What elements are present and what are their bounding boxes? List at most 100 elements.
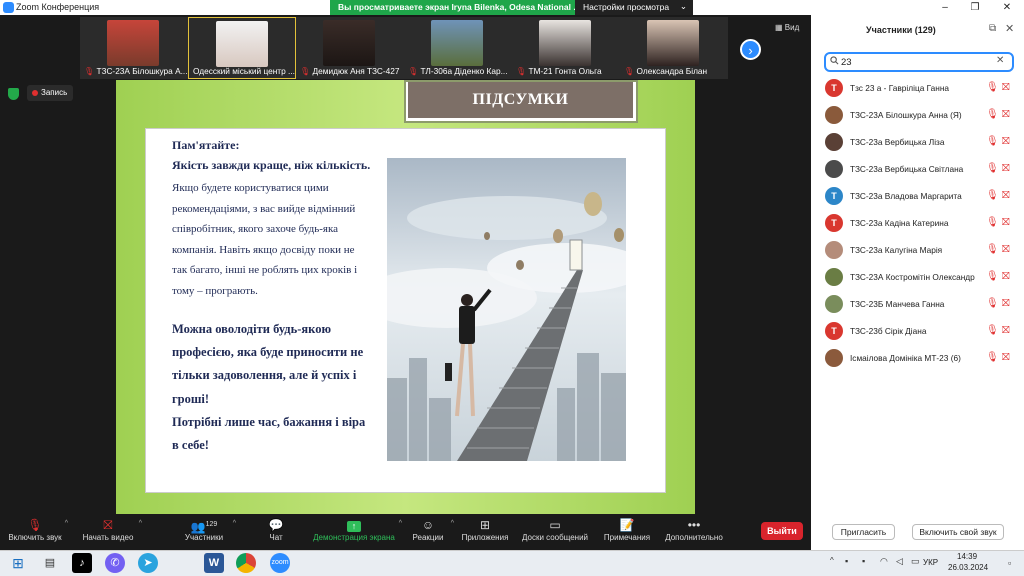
input-language[interactable]: УКР (923, 558, 938, 567)
participant-row[interactable]: Ісмаілова Домініка МТ-23 (6) 🎙 ⛝ (812, 345, 1023, 372)
chat-label: Чат (269, 533, 283, 542)
maximize-button[interactable]: ❐ (960, 0, 990, 15)
participants-button[interactable]: 👥129 Участники ^ (180, 517, 236, 549)
participant-row[interactable]: T Тзс 23 а - Гавріліца Ганна 🎙 ⛝ (812, 75, 1023, 102)
participant-video (107, 20, 159, 66)
thumbnail-name: Одесский міський центр ... (193, 66, 295, 76)
participant-row[interactable]: ТЗС-23Б Манчева Ганна 🎙 ⛝ (812, 291, 1023, 318)
participant-row[interactable]: ТЗС-23а Калугіна Марія 🎙 ⛝ (812, 237, 1023, 264)
mic-muted-icon: 🎙 (986, 271, 999, 282)
video-thumbnail[interactable]: 🎙 ТЛ-306а Діденко Кар... (404, 17, 512, 79)
windows-start-icon[interactable]: ⊞ (8, 553, 28, 573)
zoom-taskbar-icon[interactable]: zoom (270, 553, 290, 573)
word-icon[interactable]: W (204, 553, 224, 573)
video-off-icon: ⛝ (1002, 82, 1010, 93)
video-thumbnail[interactable]: Одесский міський центр ... (188, 17, 296, 79)
unmute-button[interactable]: 🎙 Включить звук ^ (6, 517, 68, 549)
video-off-icon: ⛝ (1002, 163, 1010, 174)
participant-row[interactable]: ТЗС-23А Білошкура Анна (Я) 🎙 ⛝ (812, 102, 1023, 129)
mic-muted-icon: 🎙 (408, 66, 419, 76)
view-settings-dropdown[interactable]: Настройки просмотра ⌄ (575, 0, 693, 15)
search-icon (830, 56, 839, 65)
tray-app-icon[interactable]: ▪ (845, 556, 848, 566)
tiktok-icon[interactable]: ♪ (72, 553, 92, 573)
mic-muted-icon: 🎙 (986, 217, 999, 228)
mic-muted-icon: 🎙 (986, 352, 999, 363)
participant-name: ТЗС-23а Кадіна Катерина (850, 218, 949, 228)
video-thumbnail[interactable]: 🎙 ТЗС-23А Білошкура А... (80, 17, 188, 79)
caret-up-icon[interactable]: ^ (233, 520, 236, 527)
security-shield-icon[interactable] (8, 88, 19, 100)
participant-name: ТЗС-23А Білошкура Анна (Я) (850, 110, 962, 120)
slide-heading: ПІДСУМКИ (408, 82, 633, 118)
participant-search-input[interactable] (841, 55, 991, 69)
participant-video (431, 20, 483, 66)
video-off-icon: ⛝ (1002, 271, 1010, 282)
clear-search-icon[interactable]: ✕ (996, 55, 1004, 66)
viber-icon[interactable]: ✆ (105, 553, 125, 573)
start-video-button[interactable]: ⛝ Начать видео ^ (80, 517, 142, 549)
caret-up-icon[interactable]: ^ (65, 520, 68, 527)
mic-muted-icon: 🎙 (986, 298, 999, 309)
share-screen-button[interactable]: ↑ Демонстрация экрана ^ (310, 517, 402, 549)
clock-date[interactable]: 26.03.2024 (948, 563, 988, 572)
unmute-self-button[interactable]: Включить свой звук (912, 524, 1004, 540)
minimize-button[interactable]: – (930, 0, 960, 15)
more-icon: ••• (687, 518, 701, 532)
mic-muted-icon: 🎙 (516, 66, 527, 76)
mic-muted-icon: 🎙 (84, 66, 95, 76)
mic-muted-icon: 🎙 (986, 109, 999, 120)
wifi-icon[interactable]: ◠ (880, 556, 888, 567)
video-thumbnail[interactable]: 🎙 Олександра Білан (620, 17, 728, 79)
tray-app-icon[interactable]: ▪ (862, 556, 865, 566)
clock-time[interactable]: 14:39 (957, 552, 977, 561)
participants-label: Участники (184, 533, 224, 542)
notes-icon: 📝 (619, 518, 635, 532)
participant-row[interactable]: T ТЗС-23б Сірік Діана 🎙 ⛝ (812, 318, 1023, 345)
participant-name: ТЗС-23Б Манчева Ганна (850, 299, 945, 309)
video-thumbnail[interactable]: 🎙 Демидюк Аня ТЗС-427 (296, 17, 404, 79)
reactions-button[interactable]: ☺ Реакции ^ (410, 517, 454, 549)
chat-button[interactable]: 💬 Чат (262, 517, 290, 549)
close-panel-icon[interactable]: ✕ (1005, 22, 1014, 35)
tray-overflow-icon[interactable]: ^ (830, 556, 834, 565)
view-button[interactable]: ▦ Вид (775, 23, 799, 32)
chrome-icon[interactable] (236, 553, 256, 573)
mic-muted-icon: 🎙 (986, 325, 999, 336)
slide-paragraph-bold: Можна оволодіти будь-якою професією, яка… (172, 322, 364, 406)
participant-row[interactable]: ТЗС-23А Костромітін Олександр 🎙 ⛝ (812, 264, 1023, 291)
volume-icon[interactable]: ◁ (896, 556, 903, 567)
whiteboards-button[interactable]: ▭ Доски сообщений (518, 517, 592, 549)
participant-row[interactable]: ТЗС-23а Вербицька Світлана 🎙 ⛝ (812, 156, 1023, 183)
avatar (825, 349, 843, 367)
close-window-button[interactable]: ✕ (992, 0, 1022, 15)
apps-button[interactable]: ⊞ Приложения (458, 517, 512, 549)
more-button[interactable]: ••• Дополнительно (662, 517, 726, 549)
caret-up-icon[interactable]: ^ (139, 520, 142, 527)
participant-row[interactable]: ТЗС-23а Вербицька Ліза 🎙 ⛝ (812, 129, 1023, 156)
video-thumbnail[interactable]: 🎙 ТМ-21 Гонта Ольга (512, 17, 620, 79)
reactions-icon: ☺ (421, 518, 435, 532)
mic-muted-icon: 🎙 (300, 66, 311, 76)
popout-icon[interactable]: ⧉ (989, 23, 996, 34)
invite-button[interactable]: Пригласить (832, 524, 895, 540)
caret-up-icon[interactable]: ^ (451, 520, 454, 527)
video-off-icon: ⛝ (1002, 325, 1010, 336)
mic-muted-icon: 🎙 (986, 190, 999, 201)
recording-badge[interactable]: Запись (27, 85, 73, 101)
battery-icon[interactable]: ▭ (911, 556, 920, 567)
participant-row[interactable]: T ТЗС-23а Владова Маргарита 🎙 ⛝ (812, 183, 1023, 210)
avatar (825, 295, 843, 313)
leave-button[interactable]: Выйти (761, 522, 803, 540)
participant-row[interactable]: T ТЗС-23а Кадіна Катерина 🎙 ⛝ (812, 210, 1023, 237)
slide-illustration-stairs (387, 158, 626, 461)
video-off-icon: ⛝ (1002, 190, 1010, 201)
caret-up-icon[interactable]: ^ (399, 520, 402, 527)
telegram-icon[interactable]: ➤ (138, 553, 158, 573)
thumbnail-name: Демидюк Аня ТЗС-427 (312, 66, 400, 76)
notes-button[interactable]: 📝 Примечания (600, 517, 654, 549)
participant-name: ТЗС-23А Костромітін Олександр (850, 272, 975, 282)
notifications-icon[interactable]: ▫ (1008, 558, 1011, 568)
task-view-icon[interactable]: ▤ (40, 553, 60, 573)
next-page-icon[interactable]: › (740, 39, 761, 60)
